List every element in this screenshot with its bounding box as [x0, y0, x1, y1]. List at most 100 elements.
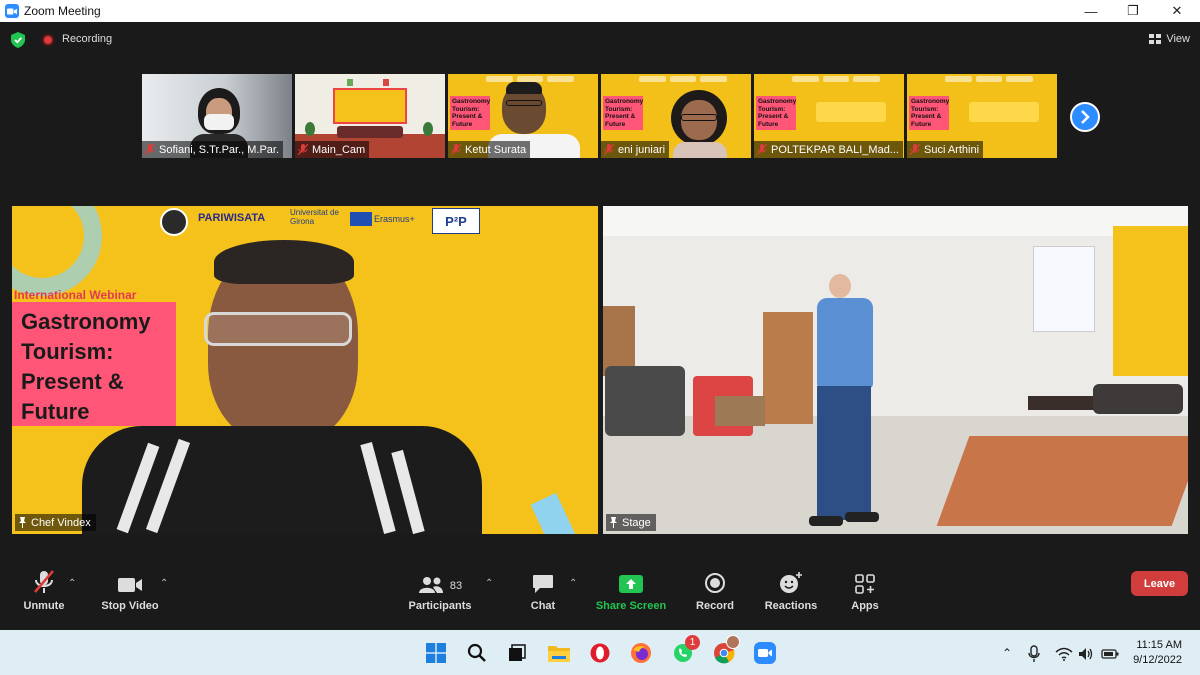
participants-options-chevron-icon[interactable]: ⌃	[485, 578, 493, 589]
os-taskbar: 1 ⌃ 11:15 AM 9/12/2022	[0, 630, 1200, 675]
video-options-chevron-icon[interactable]: ⌃	[160, 578, 168, 589]
presenter-figure	[829, 274, 851, 298]
chat-button[interactable]: Chat	[522, 568, 564, 612]
eu-flag-icon	[350, 212, 372, 226]
video-camera-icon	[118, 578, 142, 592]
participant-name: Sofiani, S.Tr.Par., M.Par.	[159, 143, 280, 156]
participant-name: POLTEKPAR BALI_Mad...	[771, 143, 899, 156]
window-titlebar: Zoom Meeting — ❐ ✕	[0, 0, 1200, 22]
participants-icon	[418, 577, 443, 593]
participant-thumb[interactable]: Gastronomy Tourism: Present & Future eni…	[601, 74, 751, 158]
firefox-icon[interactable]	[629, 641, 653, 665]
file-explorer-icon[interactable]	[547, 641, 571, 665]
banner-title-box: Gastronomy Tourism: Present & Future	[12, 302, 176, 426]
mic-muted-icon	[34, 570, 54, 593]
task-view-icon[interactable]	[505, 641, 529, 665]
restore-button[interactable]: ❐	[1110, 0, 1156, 22]
banner-subtitle: International Webinar	[14, 288, 137, 302]
opera-icon[interactable]	[588, 641, 612, 665]
chevron-up-icon[interactable]: ⌃	[1002, 646, 1012, 660]
smiley-icon	[780, 572, 802, 593]
window-title: Zoom Meeting	[24, 4, 101, 18]
recording-dot-icon	[42, 34, 54, 46]
banner-title-line: Tourism:	[21, 339, 114, 364]
mic-muted-icon	[604, 144, 614, 155]
participant-name: Ketut Surata	[465, 143, 527, 156]
mic-muted-icon	[757, 144, 767, 155]
webinar-poster: Gastronomy Tourism: Present & Future	[909, 96, 949, 130]
pariwisata-logo: PARIWISATA	[198, 212, 266, 224]
close-window-button[interactable]: ✕	[1154, 0, 1200, 22]
zoom-taskbar-icon[interactable]	[753, 641, 777, 665]
meeting-status-bar: Recording View	[0, 22, 1200, 58]
erasmus-logo: Erasmus+	[374, 214, 415, 224]
participant-thumb[interactable]: Gastronomy Tourism: Present & Future POL…	[754, 74, 904, 158]
apps-button[interactable]: Apps	[845, 568, 885, 612]
video-tile-stage[interactable]: Stage	[603, 206, 1188, 534]
girona-logo: Universitat de Girona	[290, 208, 339, 226]
profile-avatar	[726, 635, 740, 649]
search-icon[interactable]	[465, 641, 489, 665]
restore-icon: ❐	[1127, 3, 1139, 18]
share-screen-button[interactable]: Share Screen	[596, 568, 666, 612]
meeting-toolbar: Unmute ⌃ Stop Video ⌃ 83 Participants ⌃ …	[0, 560, 1200, 630]
webinar-poster: Gastronomy Tourism: Present & Future	[756, 96, 796, 130]
mic-muted-icon	[145, 144, 155, 155]
microphone-tray-icon[interactable]	[1024, 642, 1044, 666]
participant-thumb[interactable]: Main_Cam	[295, 74, 445, 158]
audio-options-chevron-icon[interactable]: ⌃	[68, 578, 76, 589]
webinar-poster: Gastronomy Tourism: Present & Future	[603, 96, 643, 130]
video-tile-speaker[interactable]: PARIWISATA Universitat de Girona Erasmus…	[12, 206, 598, 534]
leave-button[interactable]: Leave	[1131, 571, 1188, 596]
participant-thumb[interactable]: Gastronomy Tourism: Present & Future Suc…	[907, 74, 1057, 158]
participants-label: Participants	[408, 600, 472, 612]
banner-title-line: Present &	[21, 369, 124, 394]
record-label: Record	[696, 600, 734, 612]
participant-name-tag: POLTEKPAR BALI_Mad...	[754, 141, 903, 158]
participant-name-tag: eni juniari	[601, 141, 670, 158]
speaker-volume-icon[interactable]	[1076, 642, 1096, 666]
reactions-button[interactable]: Reactions	[763, 568, 819, 612]
next-page-button[interactable]	[1070, 102, 1100, 132]
apps-icon	[855, 574, 875, 594]
participants-button[interactable]: 83 Participants	[406, 568, 474, 612]
p2p-logo: P²P	[432, 208, 480, 234]
grid-view-icon	[1149, 34, 1162, 44]
clock-date: 9/12/2022	[1133, 654, 1182, 666]
university-seal-logo	[160, 208, 188, 236]
stage-name: Stage	[622, 516, 651, 529]
battery-icon[interactable]	[1099, 642, 1121, 666]
windows-start-icon[interactable]	[424, 641, 448, 665]
chrome-icon[interactable]	[712, 635, 740, 665]
zoom-app-icon	[5, 4, 19, 18]
chat-label: Chat	[530, 600, 556, 612]
view-label: View	[1166, 33, 1190, 45]
participant-name-tag: Sofiani, S.Tr.Par., M.Par.	[142, 141, 284, 158]
mic-muted-icon	[910, 144, 920, 155]
apps-label: Apps	[851, 600, 879, 612]
encryption-shield-icon[interactable]	[11, 32, 25, 48]
record-button[interactable]: Record	[693, 568, 737, 612]
whatsapp-icon[interactable]: 1	[671, 635, 700, 665]
participant-thumb[interactable]: Gastronomy Tourism: Present & Future Ket…	[448, 74, 598, 158]
webinar-poster: Gastronomy Tourism: Present & Future	[450, 96, 490, 130]
recording-label: Recording	[62, 33, 113, 45]
record-icon	[705, 573, 725, 593]
participant-name: Main_Cam	[312, 143, 366, 156]
minimize-button[interactable]: —	[1068, 0, 1114, 22]
system-clock[interactable]: 11:15 AM 9/12/2022	[1133, 638, 1182, 668]
stop-video-button[interactable]: Stop Video	[100, 568, 160, 612]
participant-name-tag: Ketut Surata	[448, 141, 531, 158]
view-button[interactable]: View	[1149, 30, 1190, 48]
unmute-button[interactable]: Unmute	[22, 568, 66, 612]
wifi-icon[interactable]	[1054, 642, 1074, 666]
participant-name: Suci Arthini	[924, 143, 980, 156]
sponsor-logos	[792, 76, 881, 82]
chevron-right-icon	[1081, 110, 1090, 124]
chat-options-chevron-icon[interactable]: ⌃	[569, 578, 577, 589]
participant-name-tag: Main_Cam	[295, 141, 370, 158]
participant-thumb[interactable]: Sofiani, S.Tr.Par., M.Par.	[142, 74, 292, 158]
banner-title-line: Future	[21, 399, 90, 424]
reactions-label: Reactions	[764, 600, 818, 612]
speaker-name: Chef Vindex	[31, 516, 91, 529]
